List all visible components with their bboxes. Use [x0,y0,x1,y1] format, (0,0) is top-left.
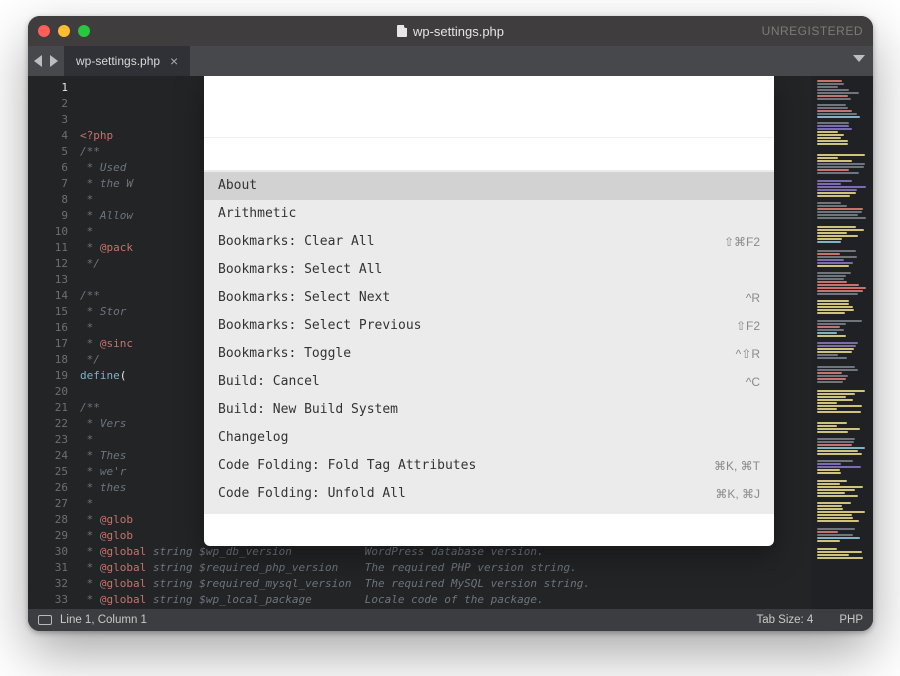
line-number: 7 [32,176,68,192]
command-label: Bookmarks: Select Previous [218,318,422,334]
line-number: 3 [32,112,68,128]
code-line: * @global string $required_php_version T… [80,560,811,576]
language-mode[interactable]: PHP [839,614,863,626]
command-palette-item[interactable]: Bookmarks: Select Next ^R [204,284,774,312]
file-icon [397,25,407,37]
code-line: * @global string $wp_local_package Local… [80,592,811,608]
command-label: Changelog [218,430,288,446]
line-number: 26 [32,480,68,496]
line-number: 28 [32,512,68,528]
code-line: */ [80,608,811,609]
code-area[interactable]: AboutArithmeticBookmarks: Clear All⇧⌘F2B… [76,76,811,609]
line-number: 10 [32,224,68,240]
tab-size[interactable]: Tab Size: 4 [756,614,813,626]
tab-label: wp-settings.php [76,54,160,68]
line-number: 30 [32,544,68,560]
line-number: 2 [32,96,68,112]
code-line: * @global string $required_mysql_version… [80,576,811,592]
command-palette-list: AboutArithmeticBookmarks: Clear All⇧⌘F2B… [204,170,774,514]
line-number: 22 [32,416,68,432]
command-palette-item[interactable]: Bookmarks: Toggle ^⇧R [204,340,774,368]
line-number-gutter: 1234567891011121314151617181920212223242… [28,76,76,609]
tab-close-icon[interactable]: × [170,54,178,68]
command-label: Code Folding: Unfold All [218,486,406,502]
command-shortcut: ⌘K, ⌘J [715,486,760,502]
nav-forward-button[interactable] [50,55,58,67]
cursor-position[interactable]: Line 1, Column 1 [60,614,147,626]
command-label: Bookmarks: Clear All [218,234,375,250]
command-label: Bookmarks: Select All [218,262,382,278]
line-number: 12 [32,256,68,272]
command-palette-input[interactable] [204,108,774,138]
nav-back-button[interactable] [34,55,42,67]
command-palette-item[interactable]: Bookmarks: Select Previous ⇧F2 [204,312,774,340]
code-line: * @global string $wp_db_version WordPres… [80,544,811,560]
command-shortcut: ^⇧R [736,346,760,362]
command-label: About [218,178,257,194]
line-number: 14 [32,288,68,304]
command-shortcut: ⇧⌘F2 [724,234,760,250]
line-number: 31 [32,560,68,576]
nav-buttons [28,46,64,76]
statusbar: Line 1, Column 1 Tab Size: 4 PHP [28,609,873,631]
chevron-down-icon [853,55,865,68]
line-number: 16 [32,320,68,336]
command-label: Build: New Build System [218,402,398,418]
line-number: 17 [32,336,68,352]
line-number: 27 [32,496,68,512]
line-number: 8 [32,192,68,208]
line-number: 15 [32,304,68,320]
command-shortcut: ⇧F2 [736,318,760,334]
tabbar: wp-settings.php × [28,46,873,76]
command-palette-item[interactable]: Bookmarks: Clear All ⇧⌘F2 [204,228,774,256]
line-number: 9 [32,208,68,224]
panel-icon[interactable] [38,615,52,625]
command-label: Build: Cancel [218,374,320,390]
line-number: 13 [32,272,68,288]
line-number: 11 [32,240,68,256]
command-label: Arithmetic [218,206,296,222]
command-shortcut: ^R [746,290,760,306]
command-palette-item[interactable]: Code Folding: Unfold All ⌘K, ⌘J [204,480,774,508]
command-label: Bookmarks: Toggle [218,346,351,362]
command-palette-item[interactable]: Build: New Build System [204,396,774,424]
command-palette-item[interactable]: Changelog [204,424,774,452]
tab-active[interactable]: wp-settings.php × [64,46,190,76]
tab-overflow-button[interactable] [845,46,873,76]
line-number: 6 [32,160,68,176]
line-number: 32 [32,576,68,592]
window-title: wp-settings.php [28,24,873,39]
line-number: 18 [32,352,68,368]
command-palette-item[interactable]: About [204,172,774,200]
line-number: 5 [32,144,68,160]
editor-area: 1234567891011121314151617181920212223242… [28,76,873,609]
line-number: 4 [32,128,68,144]
command-palette-item[interactable]: Build: Cancel ^C [204,368,774,396]
minimap[interactable] [811,76,873,609]
line-number: 20 [32,384,68,400]
editor-window: wp-settings.php UNREGISTERED wp-settings… [28,16,873,631]
titlebar: wp-settings.php UNREGISTERED [28,16,873,46]
line-number: 24 [32,448,68,464]
line-number: 21 [32,400,68,416]
window-title-text: wp-settings.php [413,24,504,39]
command-label: Code Folding: Fold Tag Attributes [218,458,476,474]
command-palette-item[interactable]: Arithmetic [204,200,774,228]
line-number: 23 [32,432,68,448]
line-number: 19 [32,368,68,384]
command-shortcut: ^C [746,374,760,390]
command-label: Bookmarks: Select Next [218,290,390,306]
command-palette-item[interactable]: Code Folding: Fold Tag Attributes ⌘K, ⌘T [204,452,774,480]
command-palette: AboutArithmeticBookmarks: Clear All⇧⌘F2B… [204,76,774,546]
command-shortcut: ⌘K, ⌘T [714,458,760,474]
command-palette-item[interactable]: Bookmarks: Select All [204,256,774,284]
line-number: 29 [32,528,68,544]
line-number: 33 [32,592,68,608]
line-number: 25 [32,464,68,480]
line-number: 1 [32,80,68,96]
